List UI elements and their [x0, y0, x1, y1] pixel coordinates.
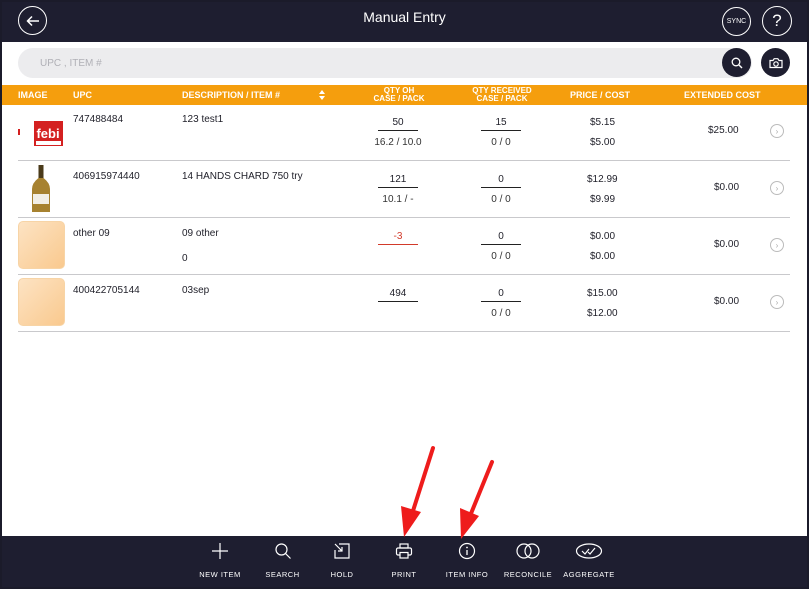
- annotation-arrows: [401, 446, 494, 539]
- annotation-arrow-item-info: [460, 460, 494, 539]
- annotation-arrow-print: [401, 446, 435, 537]
